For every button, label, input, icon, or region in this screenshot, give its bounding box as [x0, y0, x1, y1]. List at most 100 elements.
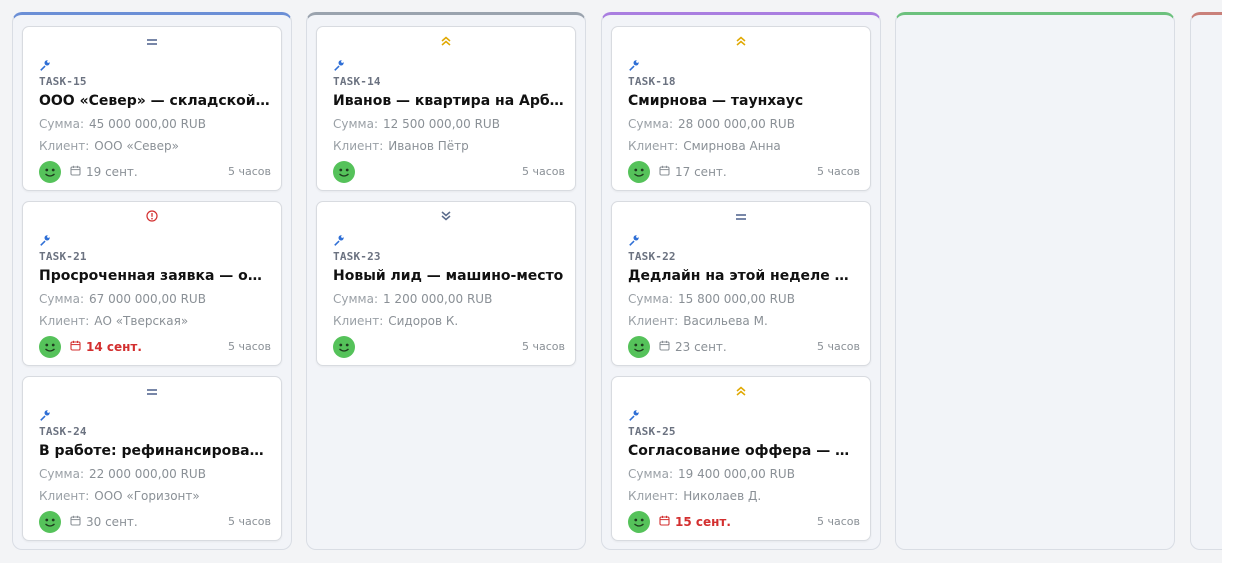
assignee-avatar[interactable] — [333, 161, 355, 183]
assignee-avatar[interactable] — [628, 511, 650, 533]
card-footer: 19 сент. 5 часов — [23, 160, 281, 184]
card-footer: 14 сент. 5 часов — [23, 335, 281, 359]
due-date-text: 30 сент. — [86, 515, 138, 529]
task-title[interactable]: Иванов — квартира на Арбате — [333, 93, 565, 109]
calendar-icon — [70, 340, 86, 354]
time-estimate: 5 часов — [817, 165, 860, 178]
client-value: Николаев Д. — [683, 489, 762, 503]
task-client: Клиент: ООО «Горизонт» — [39, 489, 271, 503]
task-id[interactable]: TASK-22 — [628, 250, 676, 263]
client-value: АО «Тверская» — [94, 314, 189, 328]
calendar-icon — [659, 165, 675, 179]
time-estimate: 5 часов — [228, 515, 271, 528]
alert-circle-icon — [146, 209, 158, 227]
task-amount: Сумма: 22 000 000,00 RUB — [39, 467, 271, 481]
time-estimate: 5 часов — [228, 340, 271, 353]
task-id[interactable]: TASK-24 — [39, 425, 87, 438]
equals-icon — [146, 34, 158, 52]
task-card[interactable]: TASK-23 Новый лид — машино-место Сумма: 1… — [316, 201, 576, 366]
client-label: Клиент: — [628, 489, 679, 503]
amount-label: Сумма: — [628, 467, 673, 481]
priority-indicator — [612, 35, 870, 51]
kanban-column — [895, 12, 1175, 550]
equals-icon — [735, 209, 747, 227]
task-card[interactable]: TASK-18 Смирнова — таунхаус Сумма: 28 000… — [611, 26, 871, 191]
double-chevron-up-icon — [735, 34, 747, 52]
due-date: 19 сент. — [70, 165, 138, 179]
client-label: Клиент: — [628, 314, 679, 328]
client-value: Смирнова Анна — [683, 139, 781, 153]
amount-label: Сумма: — [628, 117, 673, 131]
task-card[interactable]: TASK-15 ООО «Север» — складской комплекс… — [22, 26, 282, 191]
due-date: 17 сент. — [659, 165, 727, 179]
amount-value: 22 000 000,00 RUB — [88, 467, 206, 481]
wrench-icon — [628, 58, 640, 71]
task-card[interactable]: TASK-24 В работе: рефинансирование Сумма… — [22, 376, 282, 541]
task-title[interactable]: ООО «Север» — складской комплекс — [39, 93, 271, 109]
task-card[interactable]: TASK-14 Иванов — квартира на Арбате Сумм… — [316, 26, 576, 191]
kanban-board: TASK-15 ООО «Север» — складской комплекс… — [0, 0, 1251, 563]
task-id[interactable]: TASK-18 — [628, 75, 676, 88]
task-amount: Сумма: 1 200 000,00 RUB — [333, 292, 565, 306]
task-id[interactable]: TASK-15 — [39, 75, 87, 88]
kanban-column: TASK-15 ООО «Север» — складской комплекс… — [12, 12, 292, 550]
assignee-avatar[interactable] — [39, 161, 61, 183]
priority-indicator — [23, 35, 281, 51]
task-title[interactable]: Смирнова — таунхаус — [628, 93, 860, 109]
assignee-avatar[interactable] — [628, 336, 650, 358]
amount-label: Сумма: — [333, 117, 378, 131]
priority-indicator — [317, 210, 575, 226]
client-label: Клиент: — [39, 489, 90, 503]
board-viewport-edge — [1222, 0, 1251, 563]
task-id[interactable]: TASK-21 — [39, 250, 87, 263]
time-estimate: 5 часов — [522, 340, 565, 353]
wrench-icon — [333, 233, 345, 246]
amount-value: 12 500 000,00 RUB — [382, 117, 500, 131]
task-id[interactable]: TASK-14 — [333, 75, 381, 88]
task-card[interactable]: TASK-22 Дедлайн на этой неделе — дом в П… — [611, 201, 871, 366]
task-id[interactable]: TASK-25 — [628, 425, 676, 438]
task-title[interactable]: Дедлайн на этой неделе — дом в Подмосков… — [628, 268, 860, 284]
wrench-icon — [39, 58, 51, 71]
time-estimate: 5 часов — [817, 340, 860, 353]
task-title[interactable]: Новый лид — машино-место — [333, 268, 565, 284]
double-chevron-up-icon — [440, 34, 452, 52]
assignee-avatar[interactable] — [628, 161, 650, 183]
due-date: 14 сент. — [70, 340, 142, 354]
due-date-text: 14 сент. — [86, 340, 142, 354]
double-chevron-down-icon — [440, 209, 452, 227]
task-title[interactable]: В работе: рефинансирование — [39, 443, 271, 459]
task-client: Клиент: Иванов Пётр — [333, 139, 565, 153]
equals-icon — [146, 384, 158, 402]
due-date-text: 15 сент. — [675, 515, 731, 529]
wrench-icon — [628, 408, 640, 421]
client-value: Сидоров К. — [388, 314, 459, 328]
calendar-icon — [70, 515, 86, 529]
amount-label: Сумма: — [39, 467, 84, 481]
wrench-icon — [39, 408, 51, 421]
task-title[interactable]: Согласование оффера — ЖК «Река» — [628, 443, 860, 459]
due-date-text: 19 сент. — [86, 165, 138, 179]
task-card[interactable]: TASK-21 Просроченная заявка — офис на Тв… — [22, 201, 282, 366]
priority-indicator — [23, 210, 281, 226]
task-title[interactable]: Просроченная заявка — офис на Тверской — [39, 268, 271, 284]
assignee-avatar[interactable] — [39, 511, 61, 533]
task-amount: Сумма: 28 000 000,00 RUB — [628, 117, 860, 131]
amount-label: Сумма: — [333, 292, 378, 306]
task-id[interactable]: TASK-23 — [333, 250, 381, 263]
task-amount: Сумма: 67 000 000,00 RUB — [39, 292, 271, 306]
kanban-column: TASK-18 Смирнова — таунхаус Сумма: 28 000… — [601, 12, 881, 550]
due-date: 30 сент. — [70, 515, 138, 529]
amount-value: 45 000 000,00 RUB — [88, 117, 206, 131]
client-value: ООО «Север» — [94, 139, 179, 153]
amount-value: 28 000 000,00 RUB — [677, 117, 795, 131]
priority-indicator — [23, 385, 281, 401]
wrench-icon — [39, 233, 51, 246]
task-amount: Сумма: 19 400 000,00 RUB — [628, 467, 860, 481]
task-card[interactable]: TASK-25 Согласование оффера — ЖК «Река» … — [611, 376, 871, 541]
time-estimate: 5 часов — [228, 165, 271, 178]
kanban-column: TASK-14 Иванов — квартира на Арбате Сумм… — [306, 12, 586, 550]
assignee-avatar[interactable] — [333, 336, 355, 358]
client-value: ООО «Горизонт» — [94, 489, 200, 503]
assignee-avatar[interactable] — [39, 336, 61, 358]
